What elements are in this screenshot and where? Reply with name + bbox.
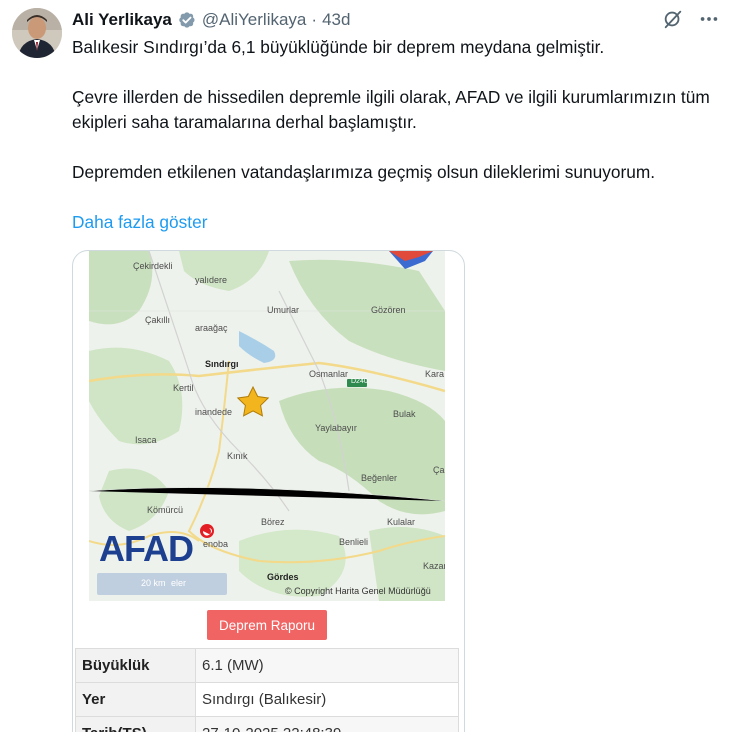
map-place-label: Bulak [393, 409, 416, 419]
table-row: Tarih(TS) 27-10-2025 22:48:39 [75, 716, 459, 732]
timestamp[interactable]: 43d [322, 10, 350, 30]
tweet-text: Balıkesir Sındırgı’da 6,1 büyüklüğünde b… [72, 35, 712, 185]
earthquake-info-table: Büyüklük 6.1 (MW) Yer Sındırgı (Balıkesi… [75, 648, 459, 732]
map-place-label: Kınık [227, 451, 248, 461]
map-place-label: Kömürcü [147, 505, 184, 515]
map-place-label: Çekirdekli [133, 261, 173, 271]
afad-logo: AFAD [99, 528, 194, 569]
table-row: Yer Sındırgı (Balıkesir) [75, 682, 459, 717]
display-name[interactable]: Ali Yerlikaya [72, 10, 172, 30]
dot-separator: · [311, 10, 318, 29]
map-place-label: enoba [203, 539, 229, 549]
map-place-label: eler [171, 578, 187, 588]
more-options-icon[interactable] [698, 8, 720, 30]
tweet-header: Ali Yerlikaya @AliYerlikaya · 43d [72, 8, 350, 32]
map-scale-label: 20 km [141, 578, 166, 588]
map-place-label: Kazan [423, 561, 445, 571]
map-place-label: Sındırgı [205, 359, 239, 369]
map-place-label: yalıdere [195, 275, 228, 285]
verified-badge-icon [179, 12, 195, 28]
table-key: Yer [75, 682, 196, 717]
tweet-actions [662, 8, 720, 30]
avatar[interactable] [12, 8, 62, 58]
map-place-label: Benlieli [339, 537, 369, 547]
table-key: Tarih(TS) [75, 716, 196, 732]
map-place-label: Börez [261, 517, 285, 527]
earthquake-report-button[interactable]: Deprem Raporu [207, 610, 327, 640]
earthquake-map[interactable]: Çekirdekli yalıdere Umurlar Gözören Çakı… [89, 251, 445, 601]
map-place-label: Gördes [267, 572, 299, 582]
map-place-label: Gözören [371, 305, 406, 315]
map-place-label: Kertil [173, 383, 194, 393]
table-key: Büyüklük [75, 648, 196, 683]
media-card[interactable]: Çekirdekli yalıdere Umurlar Gözören Çakı… [72, 250, 465, 732]
tweet-paragraph: Çevre illerden de hissedilen depremle il… [72, 87, 710, 132]
map-copyright: © Copyright Harita Genel Müdürlüğü [285, 586, 431, 596]
map-place-label: Kulalar [387, 517, 416, 527]
table-row: Büyüklük 6.1 (MW) [75, 648, 459, 683]
road-label: D240 [351, 378, 368, 385]
map-place-label: Ça [433, 465, 445, 475]
map-place-label: Beğenler [361, 473, 398, 483]
map-place-label: Isaca [135, 435, 157, 445]
grok-icon[interactable] [662, 8, 684, 30]
handle[interactable]: @AliYerlikaya [202, 10, 307, 30]
map-place-label: Osmanlar [309, 369, 349, 379]
tweet-paragraph: Balıkesir Sındırgı’da 6,1 büyüklüğünde b… [72, 37, 605, 57]
map-place-label: Kara [425, 369, 445, 379]
table-value: Sındırgı (Balıkesir) [195, 682, 459, 717]
map-place-label: inandede [195, 407, 233, 417]
map-place-label: Umurlar [267, 305, 300, 315]
avatar-image [12, 8, 62, 58]
map-place-label: araağaç [195, 323, 228, 333]
show-more-link[interactable]: Daha fazla göster [72, 210, 207, 235]
tweet-paragraph: Depremden etkilenen vatandaşlarımıza geç… [72, 162, 656, 182]
map-place-label: Yaylabayır [315, 423, 357, 433]
map-place-label: Çakıllı [145, 315, 171, 325]
table-value: 27-10-2025 22:48:39 [195, 716, 459, 732]
table-value: 6.1 (MW) [195, 648, 459, 683]
